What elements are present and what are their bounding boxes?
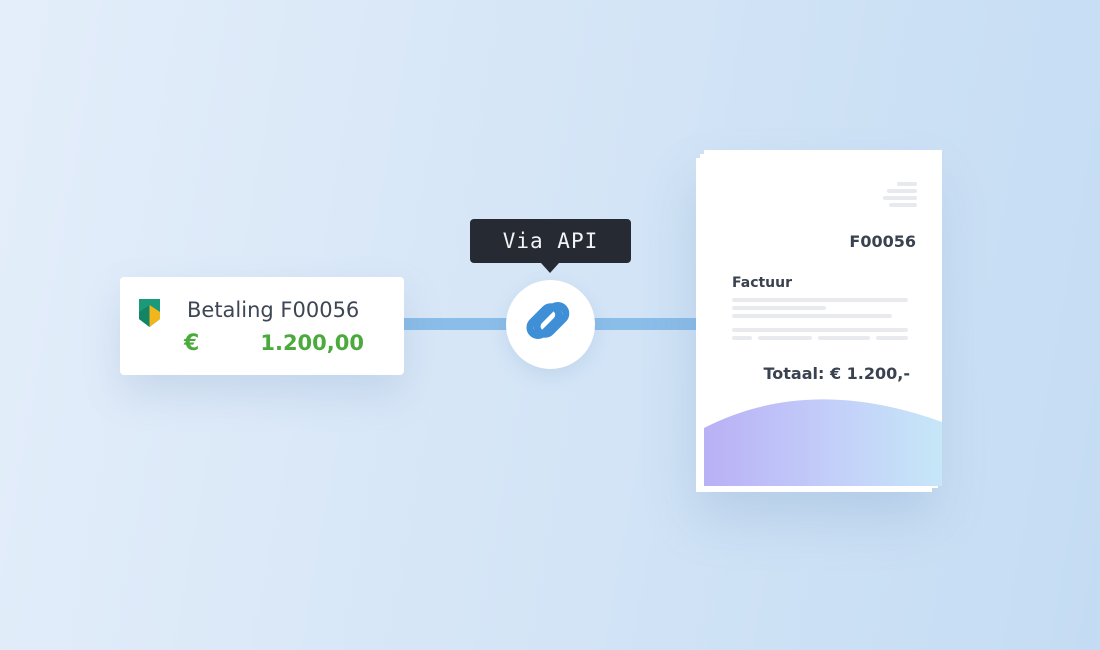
invoice-document: F00056 Factuur Totaal: € 1.200,- bbox=[704, 150, 942, 486]
placeholder-line bbox=[732, 336, 752, 340]
placeholder-line bbox=[732, 314, 892, 318]
bank-shield-icon bbox=[139, 299, 160, 327]
api-tooltip: Via API bbox=[470, 219, 631, 273]
placeholder-line bbox=[758, 336, 812, 340]
payment-card: Betaling F00056 € 1.200,00 bbox=[120, 277, 404, 375]
link-badge bbox=[506, 280, 595, 369]
payment-title: Betaling F00056 bbox=[187, 298, 360, 322]
invoice-number: F00056 bbox=[849, 232, 916, 251]
invoice-decorative-wave bbox=[704, 399, 942, 486]
invoice-total: Totaal: € 1.200,- bbox=[763, 364, 910, 383]
invoice-logo-mark bbox=[881, 182, 917, 210]
placeholder-line bbox=[818, 336, 870, 340]
placeholder-line bbox=[876, 336, 908, 340]
invoice-label: Factuur bbox=[732, 275, 793, 291]
connector-line-left bbox=[402, 318, 514, 330]
placeholder-line bbox=[732, 328, 908, 332]
payment-amount: 1.200,00 bbox=[260, 331, 364, 355]
chain-link-icon bbox=[526, 302, 570, 340]
placeholder-line bbox=[732, 298, 908, 302]
placeholder-line bbox=[732, 306, 826, 310]
payment-currency-symbol: € bbox=[184, 331, 200, 356]
connector-line-right bbox=[590, 318, 702, 330]
